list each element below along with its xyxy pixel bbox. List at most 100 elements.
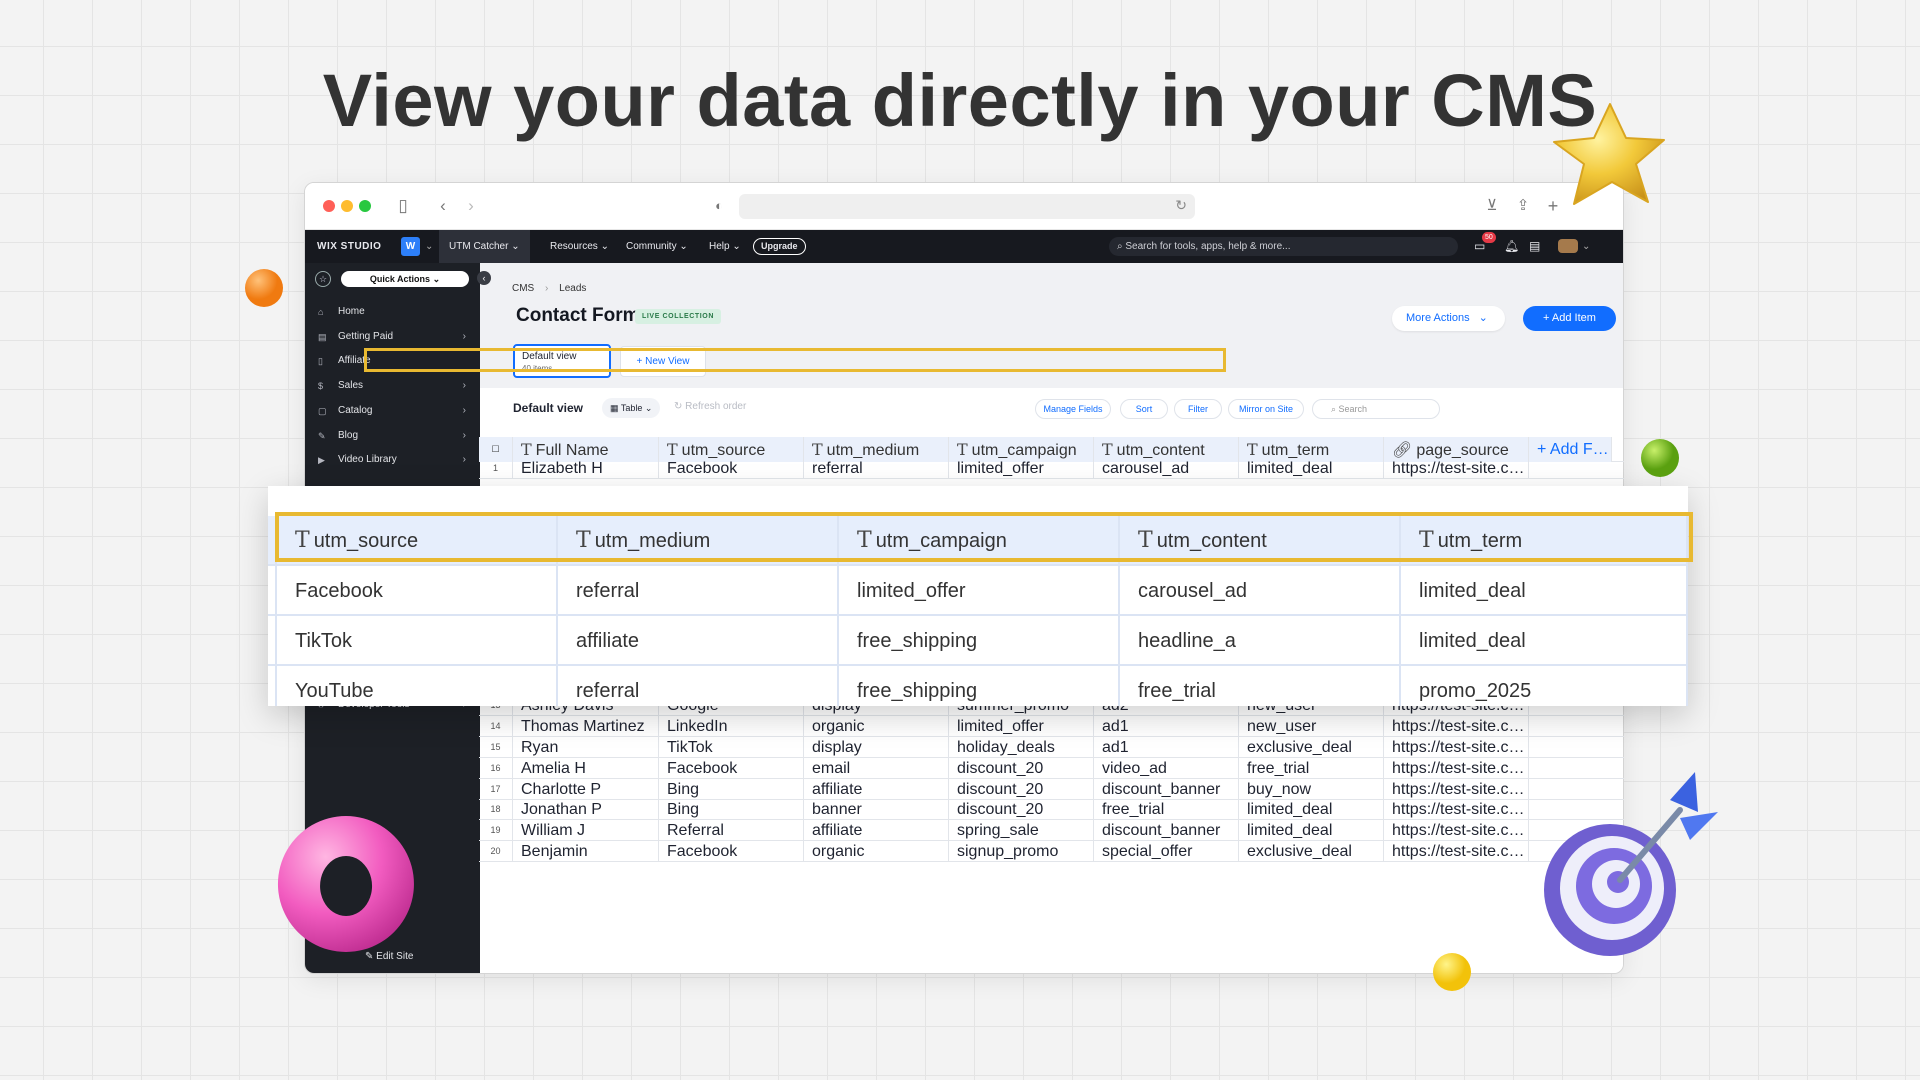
table-cell[interactable]: referral	[804, 458, 949, 479]
zoom-cell[interactable]: TikTok	[277, 616, 558, 666]
table-cell[interactable]: Thomas Martinez	[513, 716, 659, 738]
table-cell[interactable]: https://test-site.com/about	[1384, 716, 1529, 738]
table-cell[interactable]: https://test-site.com/pricing	[1384, 458, 1529, 479]
user-avatar[interactable]	[1558, 239, 1578, 253]
table-cell[interactable]: Facebook	[659, 458, 804, 479]
sidebar-item-sales[interactable]: $ Sales ›	[305, 374, 480, 398]
table-cell[interactable]: exclusive_deal	[1239, 737, 1384, 758]
refresh-order-button[interactable]: ↻ Refresh order	[674, 401, 746, 412]
zoom-cell[interactable]: limited_deal	[1401, 566, 1688, 616]
table-cell[interactable]: William J	[513, 820, 659, 842]
close-window-dot[interactable]	[323, 200, 335, 212]
menu-community[interactable]: Community ⌄	[626, 230, 688, 263]
bell-icon[interactable]: 🔔︎	[1504, 230, 1519, 263]
table-cell[interactable]: https://test-site.com/prod...	[1384, 737, 1529, 758]
table-cell[interactable]: Bing	[659, 799, 804, 821]
zoom-cell[interactable]: free_shipping	[839, 616, 1120, 666]
table-cell[interactable]: TikTok	[659, 737, 804, 758]
menu-help[interactable]: Help ⌄	[709, 230, 741, 263]
zoom-cell[interactable]: free_trial	[1120, 666, 1401, 706]
table-cell[interactable]: ad1	[1094, 737, 1239, 758]
table-cell[interactable]: free_trial	[1094, 799, 1239, 821]
menu-resources[interactable]: Resources ⌄	[550, 230, 609, 263]
address-bar[interactable]: ↻	[739, 194, 1195, 219]
table-cell[interactable]: https://test-site.com/pricing	[1384, 841, 1529, 862]
table-cell[interactable]: Jonathan P	[513, 799, 659, 821]
sort-button[interactable]: Sort	[1120, 399, 1168, 419]
table-cell[interactable]: special_offer	[1094, 841, 1239, 862]
zoom-row[interactable]: YouTube referral free_shipping free_trial pr…	[268, 666, 1688, 706]
table-cell[interactable]: discount_20	[949, 757, 1094, 779]
mirror-on-site-button[interactable]: Mirror on Site	[1228, 399, 1304, 419]
table-cell[interactable]: Elizabeth H	[513, 458, 659, 479]
app-menu[interactable]: UTM Catcher ⌄	[439, 230, 530, 263]
table-cell[interactable]: exclusive_deal	[1239, 841, 1384, 862]
forward-icon[interactable]: ›	[459, 195, 483, 217]
table-cell[interactable]: video_ad	[1094, 757, 1239, 779]
table-row[interactable]: 14 Thomas Martinez LinkedIn organic limited_…	[479, 716, 1624, 738]
table-cell[interactable]: LinkedIn	[659, 716, 804, 738]
site-menu-chevron-icon[interactable]: ⌄	[425, 230, 433, 263]
manage-fields-button[interactable]: Manage Fields	[1035, 399, 1111, 419]
share-icon[interactable]: ⇪	[1511, 195, 1535, 217]
zoom-cell[interactable]: limited_deal	[1401, 616, 1688, 666]
sidebar-item-video-library[interactable]: ▶ Video Library ›	[305, 448, 480, 472]
table-cell[interactable]: organic	[804, 841, 949, 862]
table-cell[interactable]: https://test-site.com/free-...	[1384, 799, 1529, 821]
table-cell[interactable]: display	[804, 737, 949, 758]
table-cell[interactable]: discount_20	[949, 799, 1094, 821]
table-row[interactable]: 16 Amelia H Facebook email discount_20 video_…	[479, 757, 1624, 779]
account-chevron-icon[interactable]: ⌄	[1582, 230, 1590, 263]
sidebar-item-blog[interactable]: ✎ Blog ›	[305, 424, 480, 448]
table-cell[interactable]: limited_deal	[1239, 458, 1384, 479]
table-cell[interactable]: Referral	[659, 820, 804, 842]
sidebar-item-catalog[interactable]: ▢ Catalog ›	[305, 399, 480, 423]
zoom-row[interactable]: Facebook referral limited_offer carousel_ad…	[268, 566, 1688, 616]
add-item-button[interactable]: + Add Item	[1523, 306, 1616, 331]
reload-icon[interactable]: ↻	[1175, 197, 1187, 214]
table-cell[interactable]: limited_deal	[1239, 820, 1384, 842]
zoom-cell[interactable]: free_shipping	[839, 666, 1120, 706]
apps-icon[interactable]: ▤	[1529, 230, 1540, 263]
breadcrumb-cms[interactable]: CMS	[512, 283, 534, 294]
table-cell[interactable]: Charlotte P	[513, 778, 659, 800]
table-cell[interactable]: Benjamin	[513, 841, 659, 862]
collapse-sidebar-icon[interactable]: ‹	[477, 271, 491, 285]
table-cell[interactable]: organic	[804, 716, 949, 738]
table-cell[interactable]: holiday_deals	[949, 737, 1094, 758]
table-cell[interactable]: Bing	[659, 778, 804, 800]
table-cell[interactable]: ad1	[1094, 716, 1239, 738]
table-cell[interactable]: Facebook	[659, 757, 804, 779]
table-row[interactable]: 17 Charlotte P Bing affiliate discount_20 dis…	[479, 778, 1624, 800]
maximize-window-dot[interactable]	[359, 200, 371, 212]
zoom-cell[interactable]: YouTube	[277, 666, 558, 706]
table-cell[interactable]: new_user	[1239, 716, 1384, 738]
sidebar-item-getting-paid[interactable]: ▤ Getting Paid ›	[305, 325, 480, 349]
table-cell[interactable]: carousel_ad	[1094, 458, 1239, 479]
download-icon[interactable]: ⊻	[1480, 195, 1504, 217]
sidebar-toggle-icon[interactable]: ▯	[391, 195, 415, 217]
zoom-cell[interactable]: promo_2025	[1401, 666, 1688, 706]
zoom-cell[interactable]: headline_a	[1120, 616, 1401, 666]
table-cell[interactable]: discount_banner	[1094, 778, 1239, 800]
table-row[interactable]: 1 Elizabeth H Facebook referral limited_offe…	[479, 458, 1624, 479]
table-cell[interactable]: buy_now	[1239, 778, 1384, 800]
site-avatar[interactable]: W	[401, 237, 420, 256]
table-cell[interactable]: Amelia H	[513, 757, 659, 779]
zoom-cell[interactable]: Facebook	[277, 566, 558, 616]
zoom-cell[interactable]: referral	[558, 566, 839, 616]
table-cell[interactable]: discount_20	[949, 778, 1094, 800]
table-row[interactable]: 20 Benjamin Facebook organic signup_promo spe…	[479, 841, 1624, 862]
more-actions-button[interactable]: More Actions ⌄	[1392, 306, 1505, 331]
table-cell[interactable]: limited_deal	[1239, 799, 1384, 821]
quick-actions-button[interactable]: Quick Actions ⌄	[341, 271, 469, 287]
zoom-cell[interactable]: carousel_ad	[1120, 566, 1401, 616]
table-cell[interactable]: https://test-site.com/disc...	[1384, 757, 1529, 779]
zoom-row[interactable]: TikTok affiliate free_shipping headline_a li…	[268, 616, 1688, 666]
table-cell[interactable]: Ryan	[513, 737, 659, 758]
table-cell[interactable]: affiliate	[804, 778, 949, 800]
table-cell[interactable]: https://test-site.com/about	[1384, 820, 1529, 842]
table-cell[interactable]: limited_offer	[949, 716, 1094, 738]
table-cell[interactable]: discount_banner	[1094, 820, 1239, 842]
table-cell[interactable]: affiliate	[804, 820, 949, 842]
